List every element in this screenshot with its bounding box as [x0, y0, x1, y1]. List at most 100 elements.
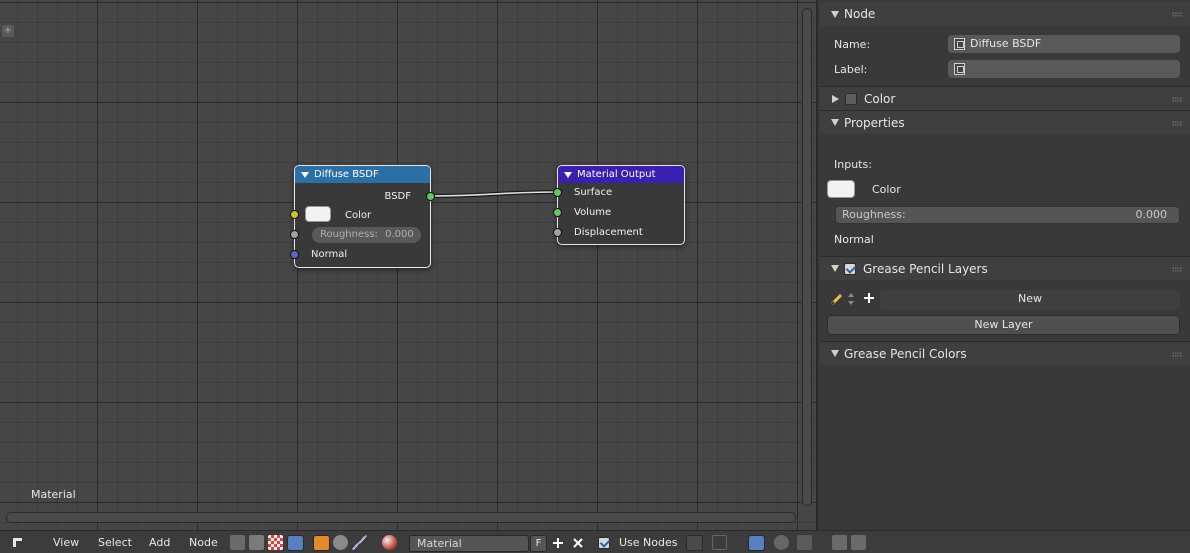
material-output-title: Material Output [577, 169, 656, 180]
collapse-triangle-icon[interactable] [301, 171, 309, 178]
menu-node[interactable]: Node [189, 534, 218, 551]
object-shader-icon[interactable] [313, 535, 330, 551]
normal-property-label: Normal [834, 233, 874, 246]
bsdf-output-socket[interactable] [426, 192, 435, 201]
compositing-nodes-icon[interactable] [249, 535, 264, 550]
inputs-label: Inputs: [834, 158, 872, 171]
color-section-checkbox[interactable] [845, 92, 857, 105]
vertical-scrollbar[interactable] [802, 8, 812, 506]
grease-pencil-layers-checkbox[interactable] [844, 262, 856, 275]
menu-select[interactable]: Select [98, 534, 132, 551]
diffuse-bsdf-node[interactable]: Diffuse BSDF BSDF Color Roughness: 0.000… [290, 165, 435, 268]
grease-pencil-layers-title: Grease Pencil Layers [863, 261, 988, 276]
collapse-triangle-icon[interactable] [564, 171, 572, 178]
drag-grip-icon[interactable] [1172, 12, 1182, 17]
name-field-value: Diffuse BSDF [970, 37, 1042, 50]
snap-icon[interactable] [797, 535, 812, 550]
roughness-property-label: Roughness: [842, 208, 906, 221]
roughness-property-slider[interactable]: Roughness: 0.000 [835, 206, 1180, 224]
drag-grip-icon[interactable] [1172, 121, 1182, 126]
material-output-node[interactable]: Material Output Surface Volume Displacem… [553, 165, 685, 245]
active-material-label: Material [31, 488, 76, 501]
paste-nodes-icon[interactable] [851, 535, 866, 550]
line-style-icon[interactable] [352, 535, 367, 550]
horizontal-scrollbar[interactable] [6, 512, 796, 523]
new-grease-pencil-button[interactable]: New [880, 290, 1180, 310]
properties-section-title: Properties [844, 115, 905, 130]
drag-grip-icon[interactable] [1172, 352, 1182, 357]
grease-pencil-colors-title: Grease Pencil Colors [844, 346, 967, 361]
datablock-arrows-icon[interactable] [847, 291, 855, 307]
add-material-icon[interactable] [552, 537, 564, 549]
normal-input-label: Normal [311, 249, 348, 260]
name-field[interactable]: Diffuse BSDF [948, 35, 1180, 53]
texture-nodes-icon[interactable] [268, 535, 283, 550]
world-shader-icon[interactable] [333, 535, 348, 550]
backdrop-icon[interactable] [748, 535, 765, 551]
node-editor-canvas[interactable]: + Diffuse BSDF BSDF Color Roughness: 0.0… [0, 0, 818, 530]
auto-offset-icon[interactable] [774, 535, 789, 550]
material-field-value: Material [417, 537, 462, 550]
material-browse-icon[interactable] [382, 535, 397, 550]
collapsed-arrow-icon [832, 94, 839, 103]
roughness-slider-value: 0.000 [385, 229, 414, 240]
label-field[interactable] [948, 60, 1180, 78]
color-swatch[interactable] [305, 206, 331, 222]
color-input-label: Color [345, 210, 372, 221]
copy-nodes-icon[interactable] [832, 535, 847, 550]
pencil-icon[interactable] [830, 292, 844, 306]
material-output-node-header[interactable]: Material Output [558, 166, 684, 183]
drag-grip-icon[interactable] [1172, 97, 1182, 102]
volume-input-label: Volume [574, 207, 612, 218]
shader-nodes-icon[interactable] [230, 535, 245, 550]
node-editor-header: View Select Add Node Material F Use Node… [0, 530, 1190, 553]
go-to-parent-icon[interactable] [712, 535, 727, 550]
grease-pencil-colors-header[interactable]: Grease Pencil Colors [820, 341, 1190, 365]
menu-view[interactable]: View [53, 534, 79, 551]
menu-add[interactable]: Add [149, 534, 170, 551]
material-nodes-icon[interactable] [287, 535, 304, 551]
use-nodes-label: Use Nodes [619, 536, 678, 549]
plus-icon[interactable] [863, 292, 875, 304]
color-property-swatch[interactable] [827, 180, 855, 198]
volume-input-socket[interactable] [553, 208, 562, 217]
material-field[interactable]: Material [409, 535, 529, 552]
drag-grip-icon[interactable] [1172, 267, 1182, 272]
expand-arrow-icon [831, 350, 839, 357]
bsdf-output-label: BSDF [384, 191, 411, 202]
properties-section-header[interactable]: Properties [820, 110, 1190, 134]
roughness-property-value: 0.000 [1135, 208, 1168, 221]
color-section-title: Color [864, 91, 896, 106]
use-nodes-checkbox[interactable] [598, 537, 610, 549]
properties-sidebar: Node Name: Diffuse BSDF Label: Color Pro… [820, 0, 1190, 530]
color-section-header[interactable]: Color [820, 86, 1190, 110]
roughness-input-socket[interactable] [290, 230, 299, 239]
new-layer-button[interactable]: New Layer [827, 315, 1180, 335]
fake-user-label: F [535, 538, 542, 549]
color-property-label: Color [872, 183, 901, 196]
node-section-header[interactable]: Node [820, 2, 1190, 26]
pin-icon[interactable] [686, 535, 703, 551]
editor-type-icon[interactable] [12, 535, 27, 550]
color-input-socket[interactable] [290, 210, 299, 219]
node-section-title: Node [844, 7, 876, 21]
surface-input-socket[interactable] [553, 188, 562, 197]
unlink-material-icon[interactable] [572, 537, 584, 549]
new-button-label: New [1018, 292, 1042, 305]
label-label: Label: [834, 63, 868, 76]
roughness-slider[interactable]: Roughness: 0.000 [312, 227, 421, 243]
displacement-input-socket[interactable] [553, 228, 562, 237]
displacement-input-label: Displacement [574, 227, 643, 238]
expand-arrow-icon [831, 119, 839, 126]
grease-pencil-layers-header[interactable]: Grease Pencil Layers [820, 256, 1190, 280]
expand-arrow-icon [831, 265, 839, 272]
roughness-slider-label: Roughness: [320, 229, 378, 240]
normal-input-socket[interactable] [290, 250, 299, 259]
diffuse-bsdf-title: Diffuse BSDF [314, 169, 379, 180]
name-label: Name: [834, 38, 871, 51]
fake-user-button[interactable]: F [530, 535, 547, 552]
expand-arrow-icon [831, 10, 839, 18]
node-icon [954, 63, 965, 75]
node-icon [954, 38, 965, 50]
diffuse-bsdf-node-header[interactable]: Diffuse BSDF [295, 166, 430, 183]
